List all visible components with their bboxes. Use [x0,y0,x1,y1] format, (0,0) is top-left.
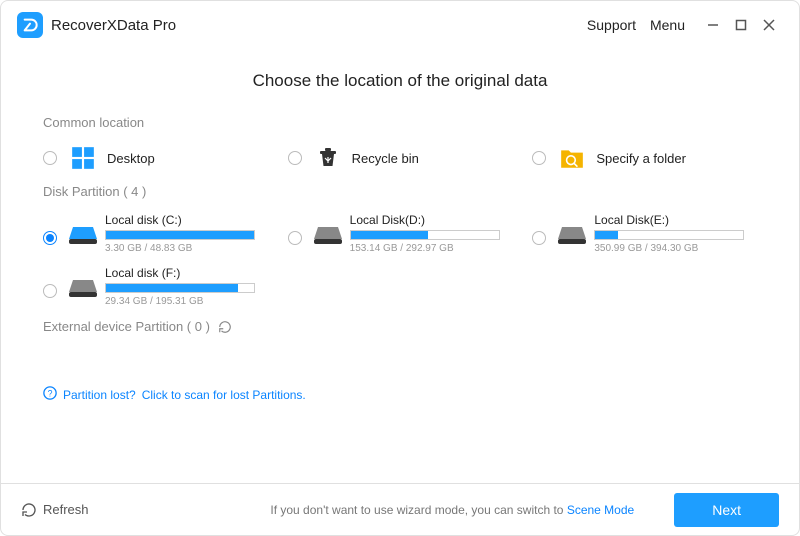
disk-e-name: Local Disk(E:) [594,213,757,227]
minimize-button[interactable] [699,11,727,39]
disk-c-name: Local disk (C:) [105,213,268,227]
disk-icon-d [314,225,342,245]
folder-search-icon [558,144,586,172]
folder-label: Specify a folder [596,151,686,166]
disks-row-2: Local disk (F:) 29.34 GB / 195.31 GB [43,266,757,307]
menu-link[interactable]: Menu [650,17,685,33]
disk-partition-label: Disk Partition ( 4 ) [43,184,757,199]
disk-c[interactable]: Local disk (C:) 3.30 GB / 48.83 GB [43,213,268,254]
disk-d[interactable]: Local Disk(D:) 153.14 GB / 292.97 GB [288,213,513,254]
radio-recycle[interactable] [288,151,302,165]
radio-disk-c[interactable] [43,231,57,245]
help-icon: ? [43,386,57,403]
app-title: RecoverXData Pro [51,17,176,34]
disk-icon-f [69,278,97,298]
external-label-text: External device Partition ( 0 ) [43,319,210,334]
disk-f[interactable]: Local disk (F:) 29.34 GB / 195.31 GB [43,266,268,307]
scan-partitions-link[interactable]: Click to scan for lost Partitions. [142,388,306,402]
disk-e-bar [594,230,744,240]
app-window: RecoverXData Pro Support Menu Choose the… [0,0,800,536]
support-link[interactable]: Support [587,17,636,33]
footer-hint: If you don't want to use wizard mode, yo… [270,503,634,517]
radio-disk-f[interactable] [43,284,57,298]
location-specify-folder[interactable]: Specify a folder [532,144,757,172]
disk-e[interactable]: Local Disk(E:) 350.99 GB / 394.30 GB [532,213,757,254]
disk-d-bar [350,230,500,240]
disk-c-bar [105,230,255,240]
location-desktop[interactable]: Desktop [43,144,268,172]
close-button[interactable] [755,11,783,39]
next-button[interactable]: Next [674,493,779,527]
scene-mode-link[interactable]: Scene Mode [567,503,634,517]
disk-d-name: Local Disk(D:) [350,213,513,227]
disk-icon-c [69,225,97,245]
radio-desktop[interactable] [43,151,57,165]
titlebar: RecoverXData Pro Support Menu [1,1,799,49]
disk-c-size: 3.30 GB / 48.83 GB [105,243,268,254]
partition-lost-hint: ? Partition lost? Click to scan for lost… [43,386,757,403]
refresh-external-icon[interactable] [218,320,232,334]
app-logo-icon [17,12,43,38]
common-location-label: Common location [43,115,757,130]
external-device-label: External device Partition ( 0 ) [43,319,757,334]
refresh-button[interactable]: Refresh [21,502,89,518]
recycle-label: Recycle bin [352,151,419,166]
common-locations-row: Desktop Recycle bin Specify a folder [43,144,757,172]
disk-icon-e [558,225,586,245]
radio-disk-e[interactable] [532,231,546,245]
disks-row-1: Local disk (C:) 3.30 GB / 48.83 GB Local… [43,213,757,254]
main-content: Choose the location of the original data… [1,49,799,483]
windows-icon [69,144,97,172]
wizard-text: If you don't want to use wizard mode, yo… [270,503,566,517]
partition-lost-text: Partition lost? [63,388,136,402]
location-recycle-bin[interactable]: Recycle bin [288,144,513,172]
maximize-button[interactable] [727,11,755,39]
svg-text:?: ? [48,389,53,399]
disk-e-size: 350.99 GB / 394.30 GB [594,243,757,254]
page-heading: Choose the location of the original data [43,71,757,91]
radio-disk-d[interactable] [288,231,302,245]
disk-d-size: 153.14 GB / 292.97 GB [350,243,513,254]
disk-f-name: Local disk (F:) [105,266,268,280]
radio-folder[interactable] [532,151,546,165]
footer: Refresh If you don't want to use wizard … [1,483,799,535]
recycle-bin-icon [314,144,342,172]
refresh-label: Refresh [43,502,89,517]
desktop-label: Desktop [107,151,155,166]
disk-f-bar [105,283,255,293]
disk-f-size: 29.34 GB / 195.31 GB [105,296,268,307]
